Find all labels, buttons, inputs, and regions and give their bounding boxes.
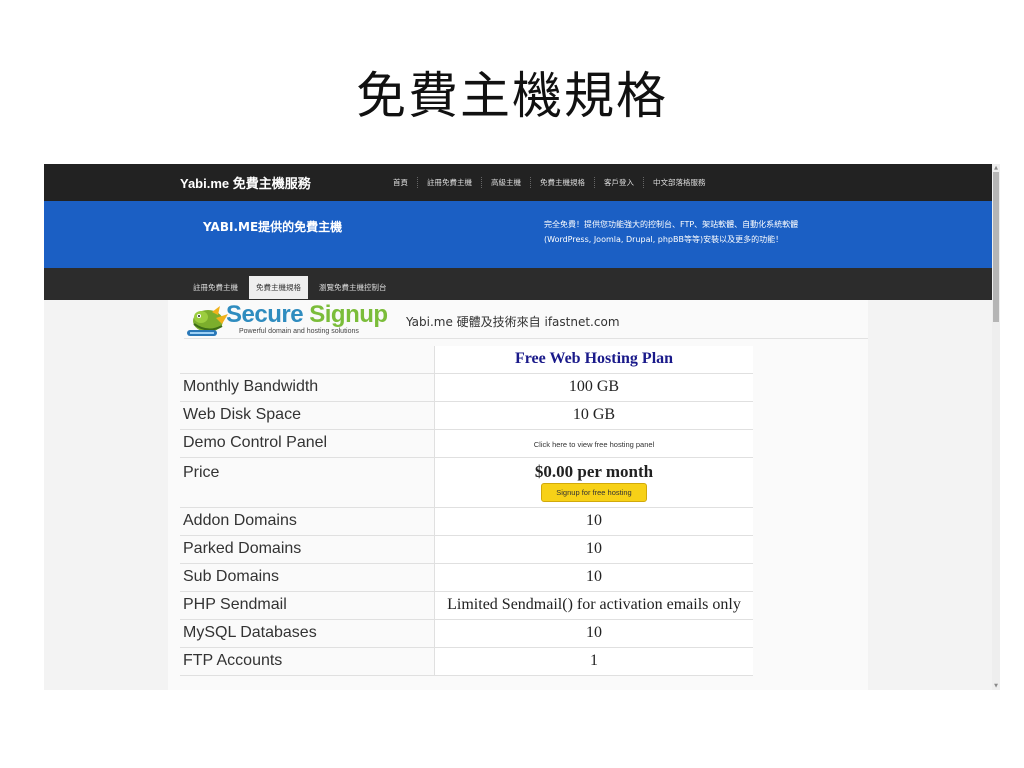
spec-label: PHP Sendmail <box>180 591 435 620</box>
table-row: Sub Domains 10 <box>180 563 753 592</box>
spec-value: 10 <box>434 507 753 536</box>
table-row: Monthly Bandwidth 100 GB <box>180 373 753 402</box>
nav-link-specs[interactable]: 免費主機規格 <box>530 177 594 188</box>
tab-specs[interactable]: 免費主機規格 <box>249 276 308 299</box>
table-row: Web Disk Space 10 GB <box>180 401 753 430</box>
table-row: FTP Accounts 1 <box>180 647 753 676</box>
hero-desc-line-1: 完全免費！提供您功能強大的控制台、FTP、架站軟體、自動化系統軟體 <box>544 220 799 229</box>
demo-panel-link[interactable]: Click here to view free hosting panel <box>534 440 654 449</box>
spec-value: Limited Sendmail() for activation emails… <box>434 591 753 620</box>
logo-title-signup: Signup <box>309 301 388 328</box>
spec-label: MySQL Databases <box>180 619 435 648</box>
scroll-down-icon[interactable]: ▼ <box>992 682 1000 690</box>
table-header-blank <box>180 346 435 374</box>
hero-title: YABI.ME提供的免費主機 <box>203 220 343 234</box>
logo-title-secure: Secure <box>226 301 304 328</box>
scroll-up-icon[interactable]: ▲ <box>992 164 1000 172</box>
hero-desc-line-2: (WordPress, Joomla, Drupal, phpBB等等)安裝以及… <box>544 235 784 244</box>
nav-link-premium[interactable]: 高級主機 <box>481 177 530 188</box>
main-content: Secure Signup Powerful domain and hostin… <box>168 300 868 690</box>
slide-title: 免費主機規格 <box>356 67 668 125</box>
sub-navbar: 註冊免費主機 免費主機規格 瀏覽免費主機控制台 <box>44 268 992 300</box>
logo-tagline: Powerful domain and hosting solutions <box>239 328 359 335</box>
table-row: PHP Sendmail Limited Sendmail() for acti… <box>180 591 753 620</box>
spec-label: FTP Accounts <box>180 647 435 676</box>
table-row-price: Price $0.00 per month Signup for free ho… <box>180 457 753 508</box>
scrollbar-thumb[interactable] <box>993 172 999 322</box>
spec-value-cell: Click here to view free hosting panel <box>434 429 753 458</box>
spec-label: Parked Domains <box>180 535 435 564</box>
table-row: Addon Domains 10 <box>180 507 753 536</box>
price-cell: $0.00 per month Signup for free hosting <box>434 457 753 508</box>
hero-description: 完全免費！提供您功能強大的控制台、FTP、架站軟體、自動化系統軟體 (WordP… <box>544 217 924 247</box>
spec-value: 100 GB <box>434 373 753 402</box>
table-header-row: Free Web Hosting Plan <box>180 346 753 374</box>
signup-button[interactable]: Signup for free hosting <box>541 482 647 502</box>
spec-label: Demo Control Panel <box>180 429 435 458</box>
nav-link-login[interactable]: 客戶登入 <box>594 177 643 188</box>
spec-value: 10 <box>434 563 753 592</box>
spec-value: 10 <box>434 535 753 564</box>
spec-label: Web Disk Space <box>180 401 435 430</box>
spec-label: Sub Domains <box>180 563 435 592</box>
vertical-scrollbar[interactable]: ▲ ▼ <box>992 164 1000 690</box>
nav-links: 首頁 註冊免費主機 高級主機 免費主機規格 客戶登入 中文部落格服務 <box>384 177 715 188</box>
top-navbar: Yabi.me 免費主機服務 首頁 註冊免費主機 高級主機 免費主機規格 客戶登… <box>44 164 992 201</box>
plan-title: Free Web Hosting Plan <box>514 350 674 368</box>
table-row: Parked Domains 10 <box>180 535 753 564</box>
spec-label: Monthly Bandwidth <box>180 373 435 402</box>
nav-link-home[interactable]: 首頁 <box>384 177 417 188</box>
hero-banner: YABI.ME提供的免費主機 完全免費！提供您功能強大的控制台、FTP、架站軟體… <box>44 201 992 268</box>
dragon-logo-icon <box>187 306 228 336</box>
spec-label: Addon Domains <box>180 507 435 536</box>
price-value: $0.00 per month <box>534 461 654 481</box>
logo-row: Secure Signup Powerful domain and hostin… <box>184 301 868 339</box>
plan-title-cell: Free Web Hosting Plan <box>434 346 753 374</box>
nav-link-blog[interactable]: 中文部落格服務 <box>643 177 715 188</box>
logo-title: Secure Signup <box>226 301 388 329</box>
tab-control-panel[interactable]: 瀏覽免費主機控制台 <box>312 276 394 299</box>
nav-link-register[interactable]: 註冊免費主機 <box>417 177 481 188</box>
spec-table: Free Web Hosting Plan Monthly Bandwidth … <box>180 346 753 676</box>
tab-register[interactable]: 註冊免費主機 <box>186 276 245 299</box>
spec-value: 10 GB <box>434 401 753 430</box>
browser-screenshot: Yabi.me 免費主機服務 首頁 註冊免費主機 高級主機 免費主機規格 客戶登… <box>44 164 1000 690</box>
hosting-credit: Yabi.me 硬體及技術來自 ifastnet.com <box>406 315 620 329</box>
spec-value: 1 <box>434 647 753 676</box>
spec-label: Price <box>180 457 435 508</box>
table-row: Demo Control Panel Click here to view fr… <box>180 429 753 458</box>
spec-value: 10 <box>434 619 753 648</box>
subnav-tabs: 註冊免費主機 免費主機規格 瀏覽免費主機控制台 <box>186 276 394 299</box>
table-row: MySQL Databases 10 <box>180 619 753 648</box>
site-brand[interactable]: Yabi.me 免費主機服務 <box>180 173 311 192</box>
